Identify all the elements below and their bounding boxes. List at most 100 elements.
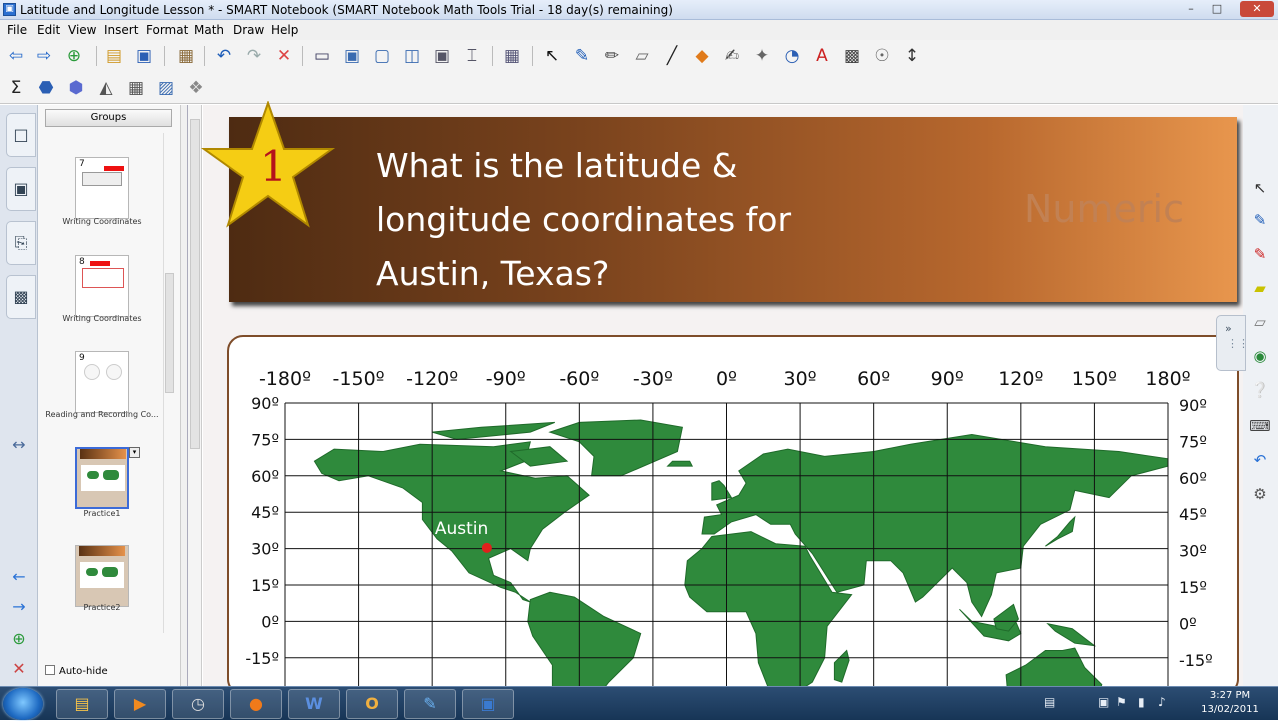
menu-view[interactable]: View bbox=[68, 23, 96, 37]
longitude-label: 90º bbox=[931, 368, 964, 390]
move-toolbar-icon[interactable]: ↕ bbox=[902, 46, 922, 66]
dual-page-icon[interactable]: ◫ bbox=[402, 46, 422, 66]
highlighter-icon[interactable]: ▰ bbox=[1249, 277, 1271, 299]
notebook-icon[interactable]: ✎ bbox=[404, 689, 456, 719]
expand-icon[interactable]: » bbox=[1225, 322, 1232, 335]
page-thumbnail-8[interactable]: 8 bbox=[75, 255, 129, 317]
select-icon[interactable]: ↖ bbox=[542, 46, 562, 66]
delete-page-side-icon[interactable]: ✕ bbox=[8, 659, 30, 679]
help-icon[interactable]: ❔ bbox=[1249, 379, 1271, 401]
text-icon[interactable]: A bbox=[812, 46, 832, 66]
word-icon[interactable]: W bbox=[288, 689, 340, 719]
save-icon[interactable]: ▣ bbox=[134, 46, 154, 66]
table-tool-icon[interactable]: ▦ bbox=[126, 78, 146, 98]
close-button[interactable]: ✕ bbox=[1240, 1, 1274, 17]
auto-hide-checkbox[interactable]: Auto-hide bbox=[45, 665, 108, 677]
full-screen-icon[interactable]: ▣ bbox=[342, 46, 362, 66]
outlook-icon[interactable]: O bbox=[346, 689, 398, 719]
measurement-icon[interactable]: ☉ bbox=[872, 46, 892, 66]
menu-format[interactable]: Format bbox=[146, 23, 188, 37]
gallery-icon[interactable]: ▣ bbox=[6, 167, 36, 211]
properties-tab-icon[interactable]: ▩ bbox=[6, 275, 36, 319]
menu-help[interactable]: Help bbox=[271, 23, 298, 37]
shape-tool-icon[interactable]: ⬢ bbox=[66, 78, 86, 98]
transparent-bg-icon[interactable]: ▢ bbox=[372, 46, 392, 66]
creative-pen-icon[interactable]: ✏ bbox=[602, 46, 622, 66]
screen-shade-icon[interactable]: ▭ bbox=[312, 46, 332, 66]
chart-tool-icon[interactable]: ▨ bbox=[156, 78, 176, 98]
start-button[interactable] bbox=[3, 688, 43, 720]
menu-insert[interactable]: Insert bbox=[104, 23, 138, 37]
redo-icon[interactable]: ↷ bbox=[244, 46, 264, 66]
thumb-menu-icon[interactable]: ▾ bbox=[129, 447, 140, 458]
back-icon[interactable]: ⇦ bbox=[6, 46, 26, 66]
delete-icon[interactable]: ✕ bbox=[274, 46, 294, 66]
prev-page-icon[interactable]: ← bbox=[8, 567, 30, 587]
next-page-icon[interactable]: → bbox=[8, 597, 30, 617]
page-thumbnail-10[interactable]: 10 ▾ bbox=[75, 447, 140, 509]
page-sorter-icon[interactable]: □ bbox=[6, 113, 36, 157]
pen-icon[interactable]: ✎ bbox=[572, 46, 592, 66]
checkbox-box[interactable] bbox=[45, 665, 55, 675]
red-pen-icon[interactable]: ✎ bbox=[1249, 243, 1271, 265]
protractor-icon[interactable]: ◭ bbox=[96, 78, 116, 98]
magic-pen-icon[interactable]: ✦ bbox=[752, 46, 772, 66]
menu-draw[interactable]: Draw bbox=[233, 23, 264, 37]
table-icon[interactable]: ▦ bbox=[502, 46, 522, 66]
add-page-side-icon[interactable]: ⊕ bbox=[8, 629, 30, 649]
toolbar-separator bbox=[302, 46, 303, 66]
properties-icon[interactable]: ▩ bbox=[842, 46, 862, 66]
austin-dot[interactable] bbox=[481, 542, 492, 553]
graph-tool-icon[interactable]: ⬣ bbox=[36, 78, 56, 98]
menu-file[interactable]: File bbox=[7, 23, 27, 37]
document-camera-icon[interactable]: ⌶ bbox=[462, 46, 482, 66]
shapes-icon[interactable]: ◆ bbox=[692, 46, 712, 66]
signal-icon[interactable]: ▮ bbox=[1138, 695, 1145, 709]
clock[interactable]: 3:27 PM 13/02/2011 bbox=[1195, 689, 1265, 717]
resize-arrows-icon[interactable]: ↔ bbox=[8, 435, 30, 455]
page-thumbnail-7[interactable]: 7 bbox=[75, 157, 129, 219]
blue-pen-icon[interactable]: ✎ bbox=[1249, 209, 1271, 231]
question-number: 1 bbox=[260, 142, 287, 191]
page-thumbnail-11[interactable]: 11 bbox=[75, 545, 129, 607]
minimize-button[interactable]: – bbox=[1180, 1, 1202, 17]
firefox-icon[interactable]: ● bbox=[230, 689, 282, 719]
network-icon[interactable]: ▤ bbox=[1044, 695, 1055, 709]
undo-tool-icon[interactable]: ↶ bbox=[1249, 449, 1271, 471]
keyboard-icon[interactable]: ⌨ bbox=[1249, 415, 1271, 437]
latitude-label-right: 30º bbox=[1179, 542, 1207, 561]
menu-edit[interactable]: Edit bbox=[37, 23, 60, 37]
shape-fill-icon[interactable]: ◉ bbox=[1249, 345, 1271, 367]
open-icon[interactable]: ▤ bbox=[104, 46, 124, 66]
panel-divider[interactable] bbox=[180, 105, 188, 686]
media-player-icon[interactable]: ▶ bbox=[114, 689, 166, 719]
capture-icon[interactable]: ▣ bbox=[432, 46, 452, 66]
sorter-scrollbar[interactable] bbox=[163, 133, 175, 633]
floating-tools-handle[interactable]: » ⋮⋮ bbox=[1216, 315, 1249, 371]
eraser-tool-icon[interactable]: ▱ bbox=[1249, 311, 1271, 333]
clock-app-icon[interactable]: ◷ bbox=[172, 689, 224, 719]
smart-board-icon[interactable]: ▣ bbox=[462, 689, 514, 719]
action-center-icon[interactable]: ⚑ bbox=[1116, 695, 1127, 709]
add-page-icon[interactable]: ⊕ bbox=[64, 46, 84, 66]
shape-pen-icon[interactable]: ✍ bbox=[722, 46, 742, 66]
paste-icon[interactable]: ▦ bbox=[176, 46, 196, 66]
page-thumbnail-9[interactable]: 9 bbox=[75, 351, 129, 413]
sorter-scroll-thumb[interactable] bbox=[165, 273, 174, 393]
maximize-button[interactable]: □ bbox=[1206, 1, 1228, 17]
forward-icon[interactable]: ⇨ bbox=[34, 46, 54, 66]
select-arrow-icon[interactable]: ↖ bbox=[1249, 177, 1271, 199]
volume-icon[interactable]: ♪ bbox=[1158, 695, 1166, 709]
groups-button[interactable]: Groups bbox=[45, 109, 172, 127]
settings-icon[interactable]: ⚙ bbox=[1249, 483, 1271, 505]
menu-math[interactable]: Math bbox=[194, 23, 224, 37]
undo-icon[interactable]: ↶ bbox=[214, 46, 234, 66]
sigma-icon[interactable]: Σ bbox=[6, 78, 26, 98]
safely-remove-icon[interactable]: ▣ bbox=[1098, 695, 1109, 709]
customize-icon[interactable]: ❖ bbox=[186, 78, 206, 98]
eraser-icon[interactable]: ▱ bbox=[632, 46, 652, 66]
fill-icon[interactable]: ◔ bbox=[782, 46, 802, 66]
attachments-icon[interactable]: ⎘ bbox=[6, 221, 36, 265]
line-icon[interactable]: ╱ bbox=[662, 46, 682, 66]
explorer-icon[interactable]: ▤ bbox=[56, 689, 108, 719]
